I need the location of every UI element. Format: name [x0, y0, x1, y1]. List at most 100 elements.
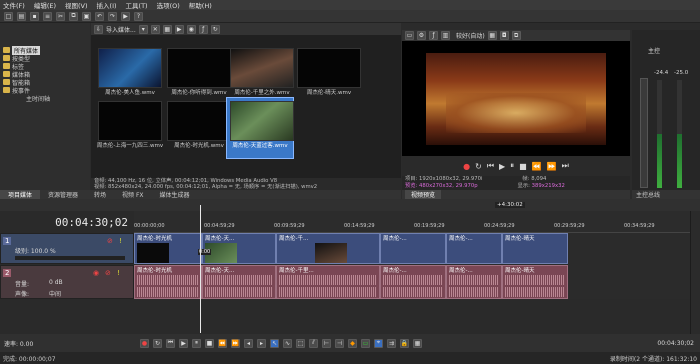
video-clip[interactable]: 周杰伦-时光机 — [134, 233, 202, 264]
video-clip[interactable]: 周杰伦-千... — [276, 233, 380, 264]
tab-video-fx[interactable]: 视频 FX — [114, 190, 151, 199]
pause-icon[interactable]: ⏸ — [192, 338, 201, 348]
play-from-start-icon[interactable]: ⏮ — [487, 161, 494, 171]
redo-icon[interactable]: ↷ — [108, 11, 117, 21]
fx-icon[interactable]: ƒ — [198, 24, 208, 34]
menu-view[interactable]: 视图(V) — [65, 0, 88, 10]
media-thumbnail[interactable] — [230, 48, 294, 88]
trim-end-icon[interactable]: ⊣ — [335, 338, 344, 348]
record-arm-icon[interactable]: ◉ — [93, 269, 99, 277]
loop-icon[interactable]: ↻ — [475, 162, 482, 171]
save-icon[interactable]: ▪ — [30, 11, 39, 21]
split-icon[interactable]: ⫽ — [309, 338, 318, 348]
pause-icon[interactable]: ⏸ — [510, 161, 514, 171]
media-thumbnail[interactable] — [98, 48, 162, 88]
dropdown-icon[interactable]: ▾ — [138, 24, 148, 34]
import-media-button[interactable]: 导入媒体... — [106, 25, 136, 34]
tab-transitions[interactable]: 转场 — [86, 190, 114, 199]
end-icon[interactable]: ⏭ — [562, 161, 569, 171]
menu-edit[interactable]: 编辑(E) — [34, 0, 56, 10]
settings-icon[interactable]: ⚙ — [417, 31, 426, 40]
import-icon[interactable]: ⇩ — [94, 24, 103, 34]
grid-view-icon[interactable]: ▦ — [162, 24, 172, 34]
video-clip[interactable]: 周杰伦-天... — [202, 233, 276, 264]
cut-icon[interactable]: ✂ — [56, 11, 65, 21]
audio-clip[interactable]: 周杰伦-... — [446, 265, 502, 299]
mute-icon[interactable]: ⊘ — [107, 237, 113, 245]
record-icon[interactable]: ● — [463, 162, 470, 171]
video-clip[interactable]: 周杰伦-晴天 — [502, 233, 568, 264]
video-level-slider[interactable] — [15, 256, 125, 260]
envelope-tool-icon[interactable]: ∿ — [283, 338, 292, 348]
tab-media-generators[interactable]: 媒体生成器 — [152, 190, 198, 199]
selection-tool-icon[interactable]: ⬚ — [296, 338, 305, 348]
play-icon[interactable]: ▶ — [174, 24, 184, 34]
prev-frame-icon[interactable]: ◂ — [244, 338, 253, 348]
play-from-start-icon[interactable]: ⏮ — [166, 338, 175, 348]
split-screen-icon[interactable]: ▥ — [441, 31, 450, 40]
video-track-header[interactable]: 1 级别: 100.0 % ⊘ ! — [0, 233, 134, 264]
fx-icon[interactable]: ƒ — [429, 31, 438, 40]
tree-item-main-timeline[interactable]: 主时间轴 — [26, 94, 50, 103]
prev-frame-icon[interactable]: ⏪ — [532, 162, 542, 171]
play-icon[interactable]: ▶ — [179, 338, 188, 348]
media-thumbnail[interactable] — [297, 48, 361, 88]
overlay-icon[interactable]: ▦ — [487, 31, 497, 40]
master-fader[interactable] — [640, 78, 648, 188]
preview-quality-dropdown[interactable]: 较好(自动) — [456, 31, 485, 40]
next-frame-icon[interactable]: ⏩ — [547, 162, 557, 171]
audio-clip[interactable]: 周杰伦-晴天 — [502, 265, 568, 299]
trim-start-icon[interactable]: ⊢ — [322, 338, 331, 348]
snapping-icon[interactable]: ⌖ — [374, 338, 383, 348]
record-icon[interactable]: ● — [140, 338, 149, 348]
marker-icon[interactable]: ◆ — [348, 338, 357, 348]
media-thumbnail[interactable] — [230, 101, 294, 141]
new-project-icon[interactable]: □ — [4, 11, 13, 21]
loop-icon[interactable]: ↻ — [153, 338, 162, 348]
help-icon[interactable]: ? — [134, 11, 143, 21]
tab-video-preview[interactable]: 视频预览 — [405, 190, 442, 199]
media-thumbnail[interactable] — [98, 101, 162, 141]
go-end-icon[interactable]: ⏩ — [231, 338, 240, 348]
paste-icon[interactable]: ▣ — [82, 11, 91, 21]
audio-track-header[interactable]: 2 音量: 0 dB 声像: 中间 ◉ ⊘ ! — [0, 265, 134, 299]
tab-project-media[interactable]: 项目媒体 — [0, 190, 41, 199]
stop-icon[interactable]: ■ — [205, 338, 214, 348]
snapshot-icon[interactable]: ◘ — [499, 31, 509, 40]
ignore-grouping-icon[interactable]: ▦ — [413, 338, 422, 348]
auto-ripple-icon[interactable]: ⇉ — [387, 338, 396, 348]
remove-icon[interactable]: ✕ — [150, 24, 160, 34]
refresh-icon[interactable]: ↻ — [210, 24, 220, 34]
audio-clip[interactable]: 周杰伦-千里... — [276, 265, 380, 299]
menu-file[interactable]: 文件(F) — [3, 0, 25, 10]
stop-icon[interactable]: ■ — [519, 162, 527, 171]
tab-master-bus[interactable]: 主控总线 — [636, 190, 660, 199]
copy-snapshot-icon[interactable]: ⧉ — [511, 31, 521, 40]
solo-icon[interactable]: ! — [117, 269, 120, 277]
media-thumbnail[interactable] — [167, 101, 231, 141]
menu-options[interactable]: 选项(O) — [157, 0, 180, 10]
audio-clip[interactable]: 周杰伦-天... — [202, 265, 276, 299]
auto-preview-icon[interactable]: ◉ — [186, 24, 196, 34]
copy-icon[interactable]: ⧉ — [69, 11, 78, 21]
play-icon[interactable]: ▶ — [499, 162, 505, 171]
mute-icon[interactable]: ⊘ — [105, 269, 111, 277]
timeline-empty-area[interactable] — [0, 299, 690, 334]
tab-explorer[interactable]: 资源管理器 — [40, 190, 86, 199]
menu-tools[interactable]: 工具(T) — [126, 0, 148, 10]
timeline-vertical-scrollbar[interactable] — [690, 211, 700, 334]
menu-help[interactable]: 帮助(H) — [189, 0, 212, 10]
normal-edit-tool-icon[interactable]: ↖ — [270, 338, 279, 348]
media-thumbnail[interactable] — [167, 48, 231, 88]
region-icon[interactable]: ▭ — [361, 338, 370, 348]
lock-envelopes-icon[interactable]: 🔒 — [400, 338, 409, 348]
playhead[interactable] — [200, 205, 201, 333]
render-icon[interactable]: ▶ — [121, 11, 130, 21]
solo-icon[interactable]: ! — [119, 237, 122, 245]
video-clip[interactable]: 周杰伦-... — [380, 233, 446, 264]
go-start-icon[interactable]: ⏪ — [218, 338, 227, 348]
next-frame-icon[interactable]: ▸ — [257, 338, 266, 348]
undo-icon[interactable]: ↶ — [95, 11, 104, 21]
audio-clip[interactable]: 周杰伦-时光机 — [134, 265, 202, 299]
preview-device-icon[interactable]: ▭ — [405, 31, 414, 40]
